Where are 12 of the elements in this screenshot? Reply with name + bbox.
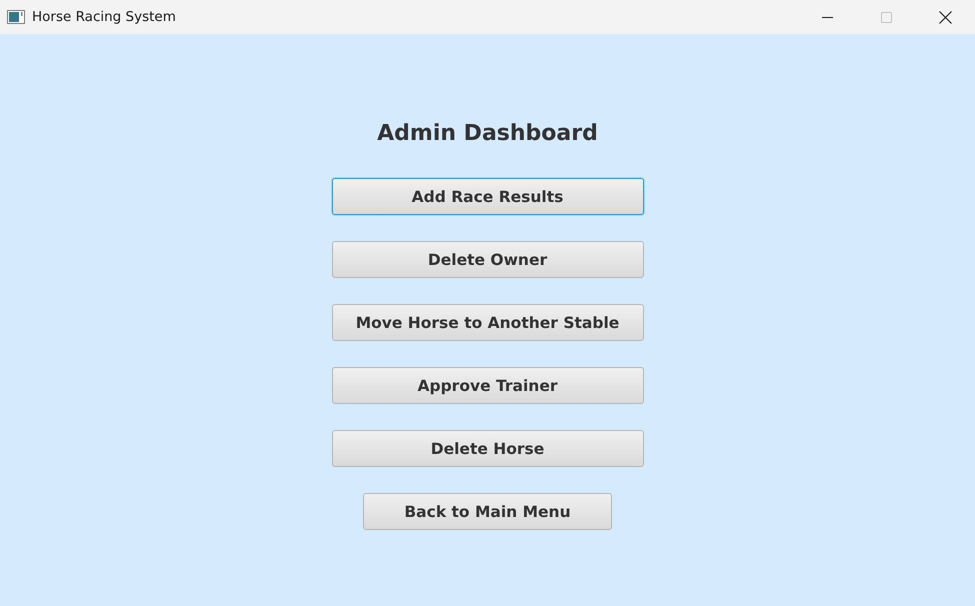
close-icon [939,10,952,24]
minimize-icon [822,16,833,18]
action-button[interactable]: Delete Horse [332,430,644,467]
back-button[interactable]: Back to Main Menu [363,493,612,530]
action-button[interactable]: Add Race Results [332,178,644,215]
app-window-icon [7,10,25,24]
action-button[interactable]: Approve Trainer [332,367,644,404]
window-title: Horse Racing System [32,9,176,25]
maximize-icon [881,12,892,22]
action-button[interactable]: Move Horse to Another Stable [332,304,644,341]
action-button[interactable]: Delete Owner [332,241,644,278]
dashboard-heading: Admin Dashboard [377,120,598,148]
